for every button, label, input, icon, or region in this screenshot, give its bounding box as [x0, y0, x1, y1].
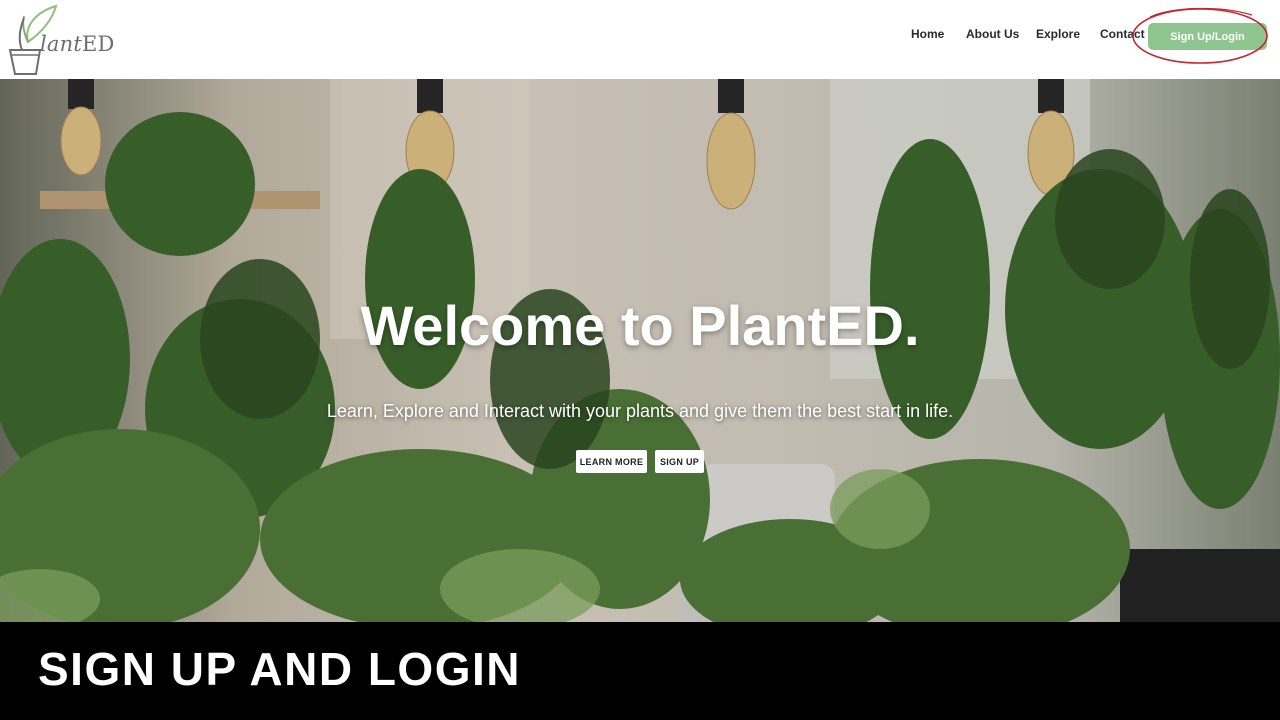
learn-more-button[interactable]: LEARN MORE [576, 450, 647, 473]
site-header: lantED Home About Us Explore Contact Sig… [0, 0, 1280, 79]
signup-login-button[interactable]: Sign Up/Login [1148, 23, 1267, 50]
logo-wordmark: lantED [40, 32, 115, 56]
logo-script-text: lant [40, 32, 83, 56]
sign-up-button[interactable]: SIGN UP [655, 450, 704, 473]
caption-banner: SIGN UP AND LOGIN [0, 622, 1280, 720]
planted-logo[interactable]: lantED [6, 4, 136, 78]
nav-explore[interactable]: Explore [1036, 27, 1080, 41]
nav-contact[interactable]: Contact [1100, 27, 1145, 41]
hero-section: Welcome to PlantED. Learn, Explore and I… [0, 79, 1280, 622]
hero-subtitle: Learn, Explore and Interact with your pl… [326, 401, 954, 421]
nav-home[interactable]: Home [911, 27, 944, 41]
nav-about-us[interactable]: About Us [966, 27, 1019, 41]
logo-caps-text: ED [82, 32, 115, 56]
caption-text: SIGN UP AND LOGIN [38, 643, 521, 695]
hero-title: Welcome to PlantED. [360, 294, 920, 357]
